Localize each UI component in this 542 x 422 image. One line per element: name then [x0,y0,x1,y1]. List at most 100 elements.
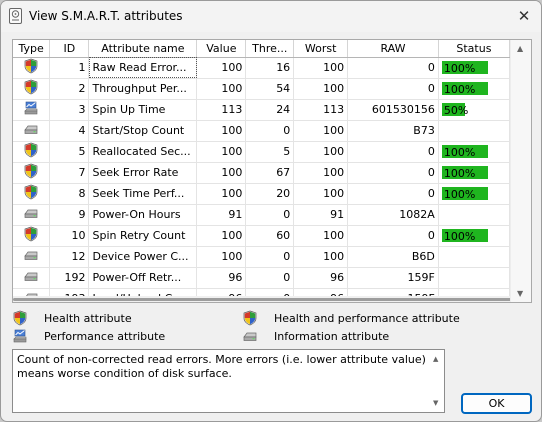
row-worst: 96 [293,267,349,289]
row-attribute-name: Spin Up Time [88,99,198,121]
row-threshold: 24 [245,99,295,121]
row-threshold: 0 [245,267,295,289]
status-progress-bar: 100% [441,187,488,201]
row-value: 100 [196,120,247,142]
row-status: 100% [438,78,511,100]
row-worst: 100 [293,246,349,268]
row-type-icon [13,267,51,289]
row-attribute-name: Spin Retry Count [88,225,198,247]
row-worst: 100 [293,225,349,247]
info-drive-icon [242,328,258,344]
title-bar: View S.M.A.R.T. attributes ✕ [1,1,541,32]
column-header-2[interactable]: Attribute name [88,40,198,58]
description-scrollbar[interactable]: ▲ ▼ [431,352,442,410]
row-value: 100 [196,57,247,79]
status-progress-bar: 100% [441,145,488,159]
status-bar-label: 100% [443,146,476,159]
legend-info: Information attribute [242,328,389,344]
table-row[interactable]: 1 Raw Read Error... 100 16 100 0 100% [13,57,511,79]
attribute-description[interactable]: Count of non-corrected read errors. More… [12,349,445,413]
row-value: 100 [196,78,247,100]
scroll-up-icon[interactable]: ▲ [517,44,523,53]
row-worst: 100 [293,183,349,205]
row-status: 100% [438,225,511,247]
row-raw: 1082A [347,204,439,226]
row-type-icon [13,120,51,142]
table-header: Type ID Attribute name Value Thre... Worst RAW… [13,40,511,58]
column-header-6[interactable]: RAW [347,40,439,58]
table-row[interactable]: 192 Power-Off Retr... 96 0 96 159F [13,267,511,289]
row-id: 1 [49,57,90,79]
row-type-icon [13,162,51,184]
column-header-7[interactable]: Status [438,40,511,58]
row-type-icon [13,141,51,163]
health-shield-icon [12,310,28,326]
row-threshold: 60 [245,225,295,247]
row-value: 100 [196,225,247,247]
status-bar-label: 50% [443,104,469,117]
table-row[interactable]: 9 Power-On Hours 91 0 91 1082A [13,204,511,226]
row-attribute-name: Seek Error Rate [88,162,198,184]
row-raw: 0 [347,225,439,247]
row-worst: 113 [293,99,349,121]
row-id: 192 [49,267,90,289]
table-row[interactable]: 5 Reallocated Sec... 100 5 100 0 100% [13,141,511,163]
row-threshold: 0 [245,204,295,226]
drive-app-icon [9,8,22,24]
perf-icon [12,328,28,344]
status-bar-label: 100% [443,188,476,201]
row-value: 100 [196,246,247,268]
attributes-grid[interactable]: Type ID Attribute name Value Thre... Worst RAW… [12,39,532,303]
attributes-table: Type ID Attribute name Value Thre... Worst RAW… [13,40,511,302]
horizontal-scrollbar[interactable] [13,296,513,302]
table-row[interactable]: 10 Spin Retry Count 100 60 100 0 100% [13,225,511,247]
row-type-icon [13,204,51,226]
desc-scroll-down-icon[interactable]: ▼ [433,396,438,410]
row-attribute-name: Start/Stop Count [88,120,198,142]
column-header-0[interactable]: Type [13,40,51,58]
table-row[interactable]: 4 Start/Stop Count 100 0 100 B73 [13,120,511,142]
column-header-1[interactable]: ID [49,40,90,58]
table-body: 1 Raw Read Error... 100 16 100 0 100% 2 Through… [13,57,511,302]
row-id: 2 [49,78,90,100]
status-bar-label: 100% [443,83,476,96]
table-row[interactable]: 7 Seek Error Rate 100 67 100 0 100% [13,162,511,184]
row-id: 5 [49,141,90,163]
table-row[interactable]: 3 Spin Up Time 113 24 113 601530156 50% [13,99,511,121]
row-attribute-name: Throughput Per... [88,78,198,100]
row-id: 9 [49,204,90,226]
row-threshold: 5 [245,141,295,163]
row-value: 113 [196,99,247,121]
column-header-4[interactable]: Thre... [245,40,295,58]
row-attribute-name: Seek Time Perf... [88,183,198,205]
row-worst: 100 [293,141,349,163]
ok-label: OK [488,397,505,410]
row-status: 100% [438,183,511,205]
table-row[interactable]: 12 Device Power C... 100 0 100 B6D [13,246,511,268]
window-title: View S.M.A.R.T. attributes [29,9,183,23]
close-button[interactable]: ✕ [509,3,539,29]
row-threshold: 16 [245,57,295,79]
row-raw: 0 [347,141,439,163]
legend-health-label: Health attribute [44,311,132,325]
column-header-5[interactable]: Worst [293,40,349,58]
row-type-icon [13,225,51,247]
row-value: 91 [196,204,247,226]
table-row[interactable]: 8 Seek Time Perf... 100 20 100 0 100% [13,183,511,205]
close-icon: ✕ [517,7,531,25]
row-worst: 100 [293,162,349,184]
horizontal-scroll-thumb[interactable] [13,298,513,301]
ok-button[interactable]: OK [461,393,532,414]
legend-perf: Performance attribute [12,328,165,344]
row-type-icon [13,183,51,205]
scroll-down-icon[interactable]: ▼ [517,289,523,298]
desc-scroll-up-icon[interactable]: ▲ [433,352,438,366]
row-type-icon [13,246,51,268]
health-perf-icon [242,310,258,326]
table-row[interactable]: 2 Throughput Per... 100 54 100 0 100% [13,78,511,100]
column-header-3[interactable]: Value [196,40,247,58]
vertical-scrollbar[interactable]: ▲ ▼ [510,40,531,302]
row-raw: 0 [347,183,439,205]
row-attribute-name: Device Power C... [88,246,198,268]
row-worst: 100 [293,120,349,142]
